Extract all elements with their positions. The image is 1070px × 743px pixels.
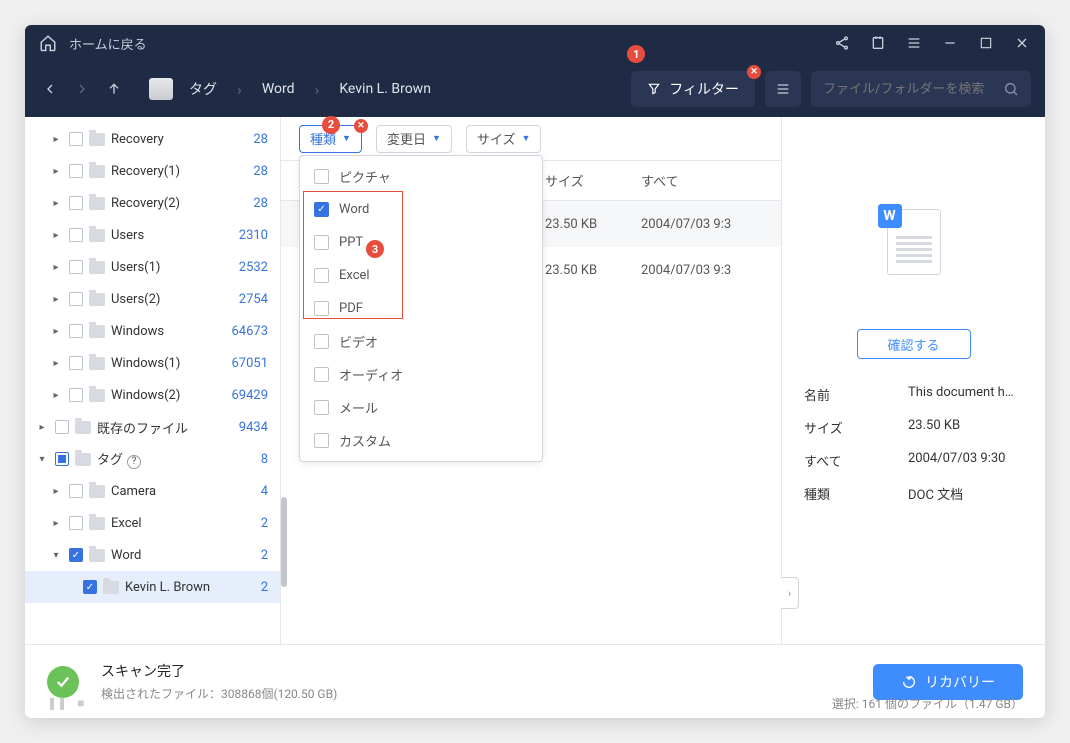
type-option-custom[interactable]: カスタム xyxy=(300,424,542,457)
stop-icon[interactable]: ■ xyxy=(77,696,84,710)
status-success-icon xyxy=(47,666,79,698)
filter-button[interactable]: 1 フィルター ✕ xyxy=(631,71,755,107)
tree-row[interactable]: ▸Camera4 xyxy=(25,475,280,507)
filter-label: フィルター xyxy=(669,79,739,99)
meta-size-key: サイズ xyxy=(804,418,908,437)
tree-row[interactable]: ▸既存のファイル9434 xyxy=(25,411,280,443)
size-filter-dropdown[interactable]: サイズ▼ xyxy=(466,125,542,153)
folder-icon xyxy=(89,517,105,530)
date-filter-dropdown[interactable]: 変更日▼ xyxy=(376,125,452,153)
sidebar[interactable]: ▸Recovery28 ▸Recovery(1)28 ▸Recovery(2)2… xyxy=(25,117,281,644)
scan-status-detail: 検出されたファイル：308868個(120.50 GB) xyxy=(101,685,337,702)
menu-icon[interactable] xyxy=(905,34,923,52)
home-label[interactable]: ホームに戻る xyxy=(69,34,147,53)
selection-info: 選択: 161 個のファイル（1.47 GB） xyxy=(832,695,1023,712)
tree-row[interactable]: ▸Users(1)2532 xyxy=(25,251,280,283)
type-option-mail[interactable]: メール xyxy=(300,391,542,424)
forward-button[interactable] xyxy=(71,78,93,100)
type-option-video[interactable]: ビデオ xyxy=(300,325,542,358)
chevron-right-icon: › xyxy=(237,80,242,99)
col-date-header[interactable]: すべて xyxy=(641,171,781,190)
folder-icon xyxy=(89,197,105,210)
type-option-word[interactable]: ✓Word xyxy=(300,193,542,226)
folder-icon xyxy=(75,453,91,466)
pin-icon[interactable] xyxy=(869,34,887,52)
folder-icon xyxy=(89,325,105,338)
minimize-icon[interactable] xyxy=(941,34,959,52)
type-filter-dropdown[interactable]: 2 種類▼ ✕ xyxy=(299,125,362,153)
folder-icon xyxy=(89,549,105,562)
type-dropdown-popup: ピクチャ ✓Word PPT Excel PDF ビデオ オーディオ メール カ… xyxy=(299,155,543,462)
folder-icon xyxy=(89,133,105,146)
confirm-button[interactable]: 確認する xyxy=(856,329,970,359)
meta-name-val: This document h… xyxy=(908,385,1023,404)
folder-icon xyxy=(89,389,105,402)
folder-icon xyxy=(75,421,91,434)
breadcrumb-person[interactable]: Kevin L. Brown xyxy=(339,81,431,97)
folder-icon xyxy=(89,485,105,498)
annotation-badge-2: 2 xyxy=(322,116,340,134)
search-input[interactable] xyxy=(823,82,1003,97)
type-option-excel[interactable]: Excel xyxy=(300,259,542,292)
type-option-ppt[interactable]: PPT xyxy=(300,226,542,259)
disk-icon xyxy=(149,78,173,100)
list-view-button[interactable] xyxy=(765,71,801,107)
tree-row[interactable]: ▸Recovery(1)28 xyxy=(25,155,280,187)
meta-date-key: すべて xyxy=(804,451,908,470)
doc-preview-icon: W xyxy=(887,209,941,275)
tree-row[interactable]: ▸Windows(2)69429 xyxy=(25,379,280,411)
meta-type-key: 種類 xyxy=(804,484,908,503)
help-icon[interactable]: ? xyxy=(127,455,141,469)
maximize-icon[interactable] xyxy=(977,34,995,52)
details-pane: W 確認する 名前This document h… サイズ23.50 KB すべ… xyxy=(781,117,1045,644)
folder-icon xyxy=(103,581,119,594)
type-option-pdf[interactable]: PDF xyxy=(300,292,542,325)
annotation-badge-1: 1 xyxy=(627,45,645,63)
annotation-badge-3: 3 xyxy=(366,240,384,258)
col-size-header[interactable]: サイズ xyxy=(545,171,641,190)
breadcrumb-word[interactable]: Word xyxy=(262,81,295,97)
folder-icon xyxy=(89,357,105,370)
close-icon[interactable] xyxy=(1013,34,1031,52)
search-input-wrap[interactable] xyxy=(811,71,1031,107)
meta-size-val: 23.50 KB xyxy=(908,418,1023,437)
tree-row[interactable]: ▸Users2310 xyxy=(25,219,280,251)
meta-type-val: DOC 文档 xyxy=(908,484,1023,503)
tree-row-word[interactable]: ▾✓Word2 xyxy=(25,539,280,571)
chevron-right-icon: › xyxy=(315,80,320,99)
pause-icon[interactable]: ❚❚ xyxy=(47,696,67,710)
folder-icon xyxy=(89,165,105,178)
close-badge-icon[interactable]: ✕ xyxy=(747,65,761,79)
scan-status-title: スキャン完了 xyxy=(101,661,337,681)
up-button[interactable] xyxy=(103,78,125,100)
back-button[interactable] xyxy=(39,78,61,100)
folder-icon xyxy=(89,229,105,242)
search-icon[interactable] xyxy=(1003,81,1019,97)
tree-row[interactable]: ▸Recovery28 xyxy=(25,123,280,155)
meta-date-val: 2004/07/03 9:30 xyxy=(908,451,1023,470)
type-option-picture[interactable]: ピクチャ xyxy=(300,160,542,193)
tree-row-kevin[interactable]: ✓Kevin L. Brown2 xyxy=(25,571,280,603)
close-badge-icon[interactable]: ✕ xyxy=(354,119,368,133)
tree-row[interactable]: ▸Windows(1)67051 xyxy=(25,347,280,379)
meta-name-key: 名前 xyxy=(804,385,908,404)
home-icon[interactable] xyxy=(39,34,57,52)
funnel-icon xyxy=(647,82,661,96)
tree-row[interactable]: ▸Excel2 xyxy=(25,507,280,539)
file-list-pane: 2 種類▼ ✕ 変更日▼ サイズ▼ ピクチャ ✓Word PPT Excel P… xyxy=(281,117,781,644)
type-option-audio[interactable]: オーディオ xyxy=(300,358,542,391)
tree-row-tag[interactable]: ▾タグ?8 xyxy=(25,443,280,475)
share-icon[interactable] xyxy=(833,34,851,52)
folder-icon xyxy=(89,261,105,274)
expand-handle[interactable]: › xyxy=(781,577,799,609)
tree-row[interactable]: ▸Users(2)2754 xyxy=(25,283,280,315)
tree-row[interactable]: ▸Windows64673 xyxy=(25,315,280,347)
breadcrumb-tag[interactable]: タグ xyxy=(189,79,217,99)
folder-icon xyxy=(89,293,105,306)
scrollbar-handle[interactable] xyxy=(281,497,287,587)
tree-row[interactable]: ▸Recovery(2)28 xyxy=(25,187,280,219)
